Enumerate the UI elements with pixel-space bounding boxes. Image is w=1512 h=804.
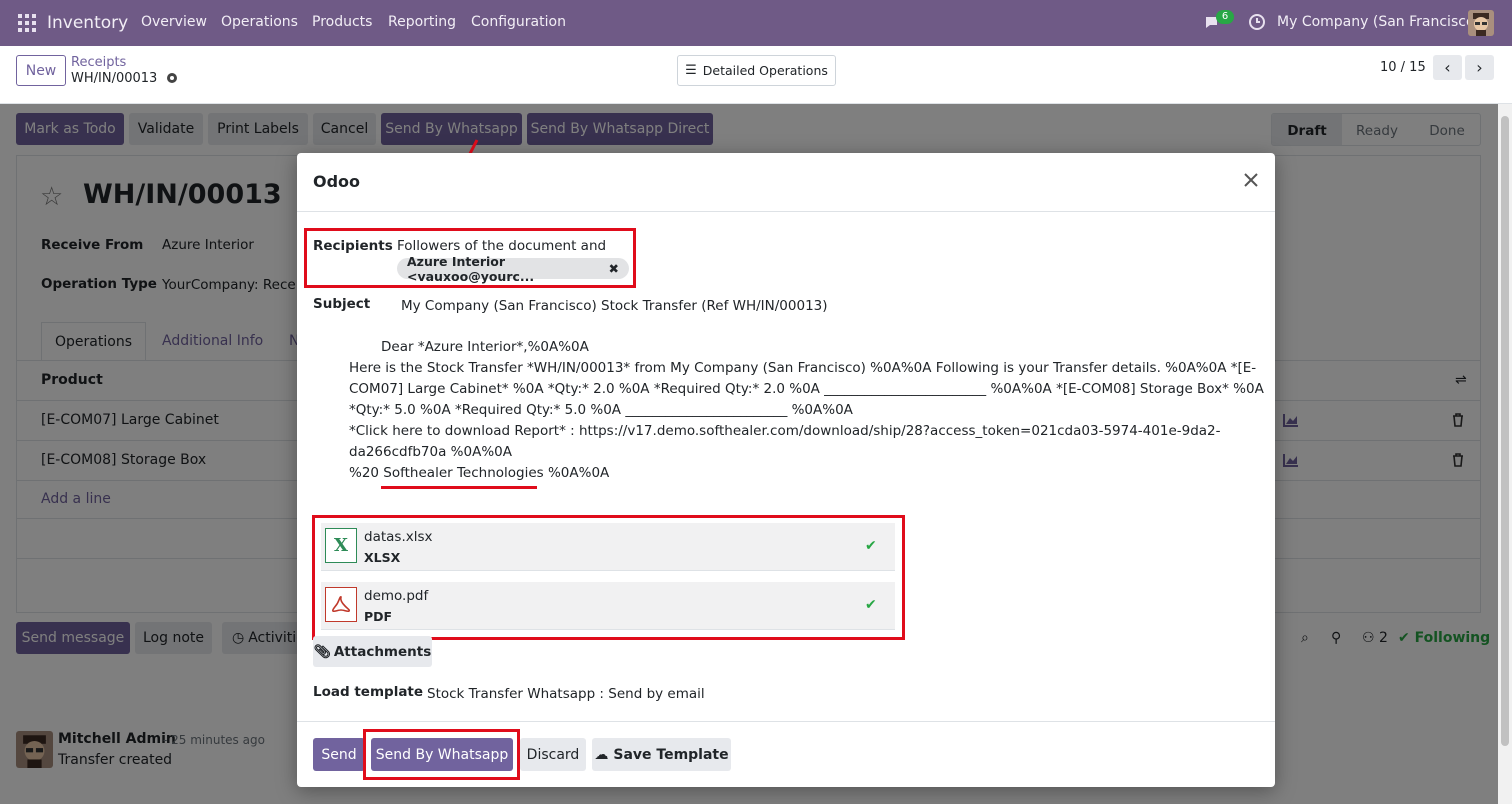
new-button[interactable]: New	[16, 55, 66, 86]
menu-reporting[interactable]: Reporting	[388, 14, 456, 30]
recipients-label: Recipients	[313, 238, 393, 254]
body-line[interactable]: %20 Softhealer Technologies %0A%0A	[349, 465, 609, 481]
subject-label: Subject	[313, 296, 371, 312]
body-line[interactable]: Dear *Azure Interior*,%0A%0A	[381, 339, 589, 355]
top-navbar: Inventory Overview Operations Products R…	[0, 0, 1512, 46]
recipient-tag-label: Azure Interior <vauxoo@yourc...	[407, 253, 535, 284]
save-template-button[interactable]: ☁︎ Save Template	[592, 738, 731, 771]
menu-products[interactable]: Products	[312, 14, 372, 30]
chat-counter-badge: 6	[1216, 10, 1234, 24]
company-switcher[interactable]: My Company (San Francisco)	[1277, 14, 1480, 30]
modal-title: Odoo	[313, 172, 361, 191]
attachment-name: demo.pdf	[364, 588, 429, 604]
paperclip-icon: 📎︎	[313, 643, 331, 660]
send-button[interactable]: Send	[313, 738, 365, 771]
scrollbar-thumb[interactable]	[1501, 116, 1509, 746]
breadcrumb-current: WH/IN/00013	[71, 71, 158, 86]
body-line[interactable]: da266cdfb70a %0A%0A	[349, 444, 512, 460]
menu-configuration[interactable]: Configuration	[471, 14, 566, 30]
cloud-upload-icon: ☁︎	[594, 746, 609, 763]
body-line[interactable]: Here is the Stock Transfer *WH/IN/00013*…	[349, 360, 1256, 376]
pager-value[interactable]: 10 / 15	[1380, 60, 1426, 75]
chevron-left-icon: ‹	[1444, 58, 1451, 77]
list-icon: ☰	[685, 63, 697, 78]
page-scrollbar[interactable]	[1498, 104, 1512, 804]
xlsx-file-icon: X	[325, 528, 357, 563]
menu-overview[interactable]: Overview	[141, 14, 207, 30]
user-avatar[interactable]	[1468, 10, 1494, 36]
attachment-name: datas.xlsx	[364, 529, 433, 545]
breadcrumb-receipts[interactable]: Receipts	[71, 55, 126, 70]
pager-next-button[interactable]: ›	[1465, 55, 1494, 80]
attachments-button-label: Attachments	[333, 643, 432, 660]
annotation-underline	[381, 486, 537, 489]
detailed-operations-label: Detailed Operations	[702, 63, 828, 78]
attachment-type: XLSX	[364, 550, 401, 565]
clock-icon[interactable]	[1248, 13, 1266, 31]
detailed-operations-button[interactable]: ☰ Detailed Operations	[677, 55, 836, 86]
pager-previous-button[interactable]: ‹	[1433, 55, 1462, 80]
body-line[interactable]: *Qty:* 5.0 %0A *Required Qty:* 5.0 %0A _…	[349, 402, 853, 418]
check-icon: ✔	[865, 597, 877, 613]
recipients-text: Followers of the document and	[397, 238, 607, 254]
close-icon[interactable]	[1241, 170, 1261, 190]
send-by-whatsapp-footer-button[interactable]: Send By Whatsapp	[371, 738, 513, 771]
save-template-label: Save Template	[613, 746, 729, 763]
load-template-select[interactable]: Stock Transfer Whatsapp : Send by email	[427, 686, 705, 702]
check-icon: ✔	[865, 538, 877, 554]
chevron-right-icon: ›	[1476, 58, 1483, 77]
remove-tag-icon[interactable]: ✖	[609, 261, 619, 276]
body-line[interactable]: *Click here to download Report* : https:…	[349, 423, 1221, 439]
attachment-type: PDF	[364, 609, 393, 624]
pdf-file-icon	[325, 587, 357, 622]
app-brand[interactable]: Inventory	[47, 13, 128, 33]
body-line[interactable]: COM07] Large Cabinet* %0A *Qty:* 2.0 %0A…	[349, 381, 1264, 397]
load-template-label: Load template	[313, 684, 424, 700]
gear-icon[interactable]	[165, 71, 179, 85]
discard-button[interactable]: Discard	[520, 738, 586, 771]
apps-menu-icon[interactable]	[18, 14, 36, 32]
menu-operations[interactable]: Operations	[221, 14, 298, 30]
recipient-tag[interactable]: Azure Interior <vauxoo@yourc... ✖	[397, 254, 629, 284]
attachments-button[interactable]: 📎︎ Attachments	[313, 636, 432, 667]
subject-input[interactable]: My Company (San Francisco) Stock Transfe…	[401, 298, 828, 314]
